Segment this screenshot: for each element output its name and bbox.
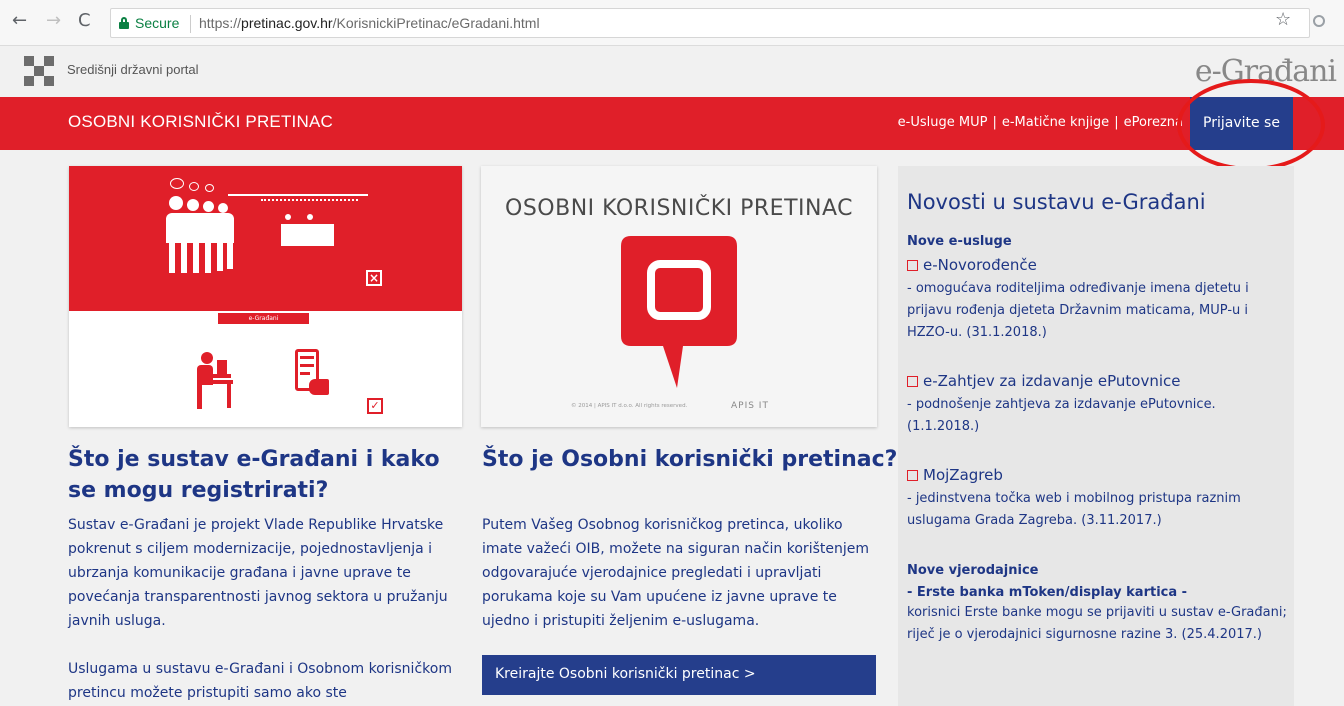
link-eporezna[interactable]: ePorezna (1124, 115, 1183, 130)
browser-toolbar: ← → C Secure https://pretinac.gov.hr/Kor… (0, 0, 1344, 46)
header-links: e-Usluge MUP | e-Matične knjige | ePorezna (897, 115, 1183, 130)
news-item-link[interactable]: MojZagreb (907, 466, 1003, 484)
pretinac-copyright: © 2014 | APIS IT d.o.o. All rights reser… (571, 403, 688, 409)
illustration-label: e-Građani (218, 313, 309, 324)
news-item-link[interactable]: e-Novorođenče (907, 256, 1037, 274)
credential-desc: korisnici Erste banke mogu se prijaviti … (907, 605, 1287, 642)
bookmark-star-icon[interactable]: ☆ (1275, 9, 1291, 30)
omnibox-divider (190, 15, 191, 33)
link-e-maticne-knjige[interactable]: e-Matične knjige (1002, 115, 1109, 130)
apis-it-logo: APIS IT (731, 401, 769, 411)
external-link-icon (907, 260, 918, 271)
news-section-credentials: Nove vjerodajnice (907, 563, 1039, 578)
reload-icon[interactable]: C (78, 11, 91, 31)
pretinac-image-title: OSOBNI KORISNIČKI PRETINAC (505, 196, 853, 221)
col1-heading: Što je sustav e-Građani i kako se mogu r… (68, 447, 440, 503)
login-button[interactable]: Prijavite se (1190, 97, 1293, 150)
news-item-link[interactable]: e-Zahtjev za izdavanje ePutovnice (907, 372, 1180, 390)
portal-name-link[interactable]: Središnji državni portal (67, 62, 199, 77)
news-item-desc: - jedinstvena točka web i mobilnog prist… (907, 491, 1241, 528)
back-arrow-icon[interactable]: ← (12, 11, 27, 31)
address-bar[interactable]: Secure https://pretinac.gov.hr/Korisnick… (110, 8, 1310, 38)
news-heading: Novosti u sustavu e-Građani (907, 190, 1206, 214)
external-link-icon (907, 470, 918, 481)
speech-bubble-icon (621, 236, 737, 388)
url-text[interactable]: https://pretinac.gov.hr/KorisnickiPretin… (199, 15, 540, 31)
news-item-desc: - omogućava roditeljima određivanje imen… (907, 281, 1249, 340)
external-link-icon (907, 376, 918, 387)
checkbox-checked-icon: ✓ (367, 398, 383, 414)
news-item-desc: - podnošenje zahtjeva za izdavanje ePuto… (907, 397, 1216, 434)
news-panel: Novosti u sustavu e-Građani Nove e-uslug… (898, 166, 1294, 706)
create-pretinac-button[interactable]: Kreirajte Osobni korisnički pretinac > (482, 655, 876, 695)
col1-paragraph-2: Uslugama u sustavu e-Građani i Osobnom k… (68, 661, 452, 701)
lock-icon (119, 17, 129, 29)
egradani-illustration: × e-Građani ✓ (69, 166, 462, 427)
link-e-usluge-mup[interactable]: e-Usluge MUP (898, 115, 988, 130)
col2-paragraph: Putem Vašeg Osobnog korisničkog pretinca… (482, 517, 869, 629)
site-title[interactable]: OSOBNI KORISNIČKI PRETINAC (68, 112, 333, 132)
close-box-icon: × (366, 270, 382, 286)
forward-arrow-icon[interactable]: → (46, 11, 61, 31)
portal-logo-icon[interactable] (24, 56, 54, 86)
egradani-logo[interactable]: e-Građani (1195, 54, 1337, 89)
site-header: OSOBNI KORISNIČKI PRETINAC e-Usluge MUP |… (0, 97, 1344, 150)
news-section-eservices: Nove e-usluge (907, 234, 1012, 249)
secure-label: Secure (135, 15, 180, 31)
col1-paragraph-1: Sustav e-Građani je projekt Vlade Republ… (68, 517, 448, 629)
col2-heading: Što je Osobni korisnički pretinac? (482, 447, 898, 472)
extension-icon[interactable] (1313, 15, 1325, 27)
pretinac-image: OSOBNI KORISNIČKI PRETINAC © 2014 | APIS… (481, 166, 877, 427)
portal-bar: Središnji državni portal e-Građani (0, 46, 1344, 97)
credential-title: - Erste banka mToken/display kartica - (907, 585, 1188, 600)
